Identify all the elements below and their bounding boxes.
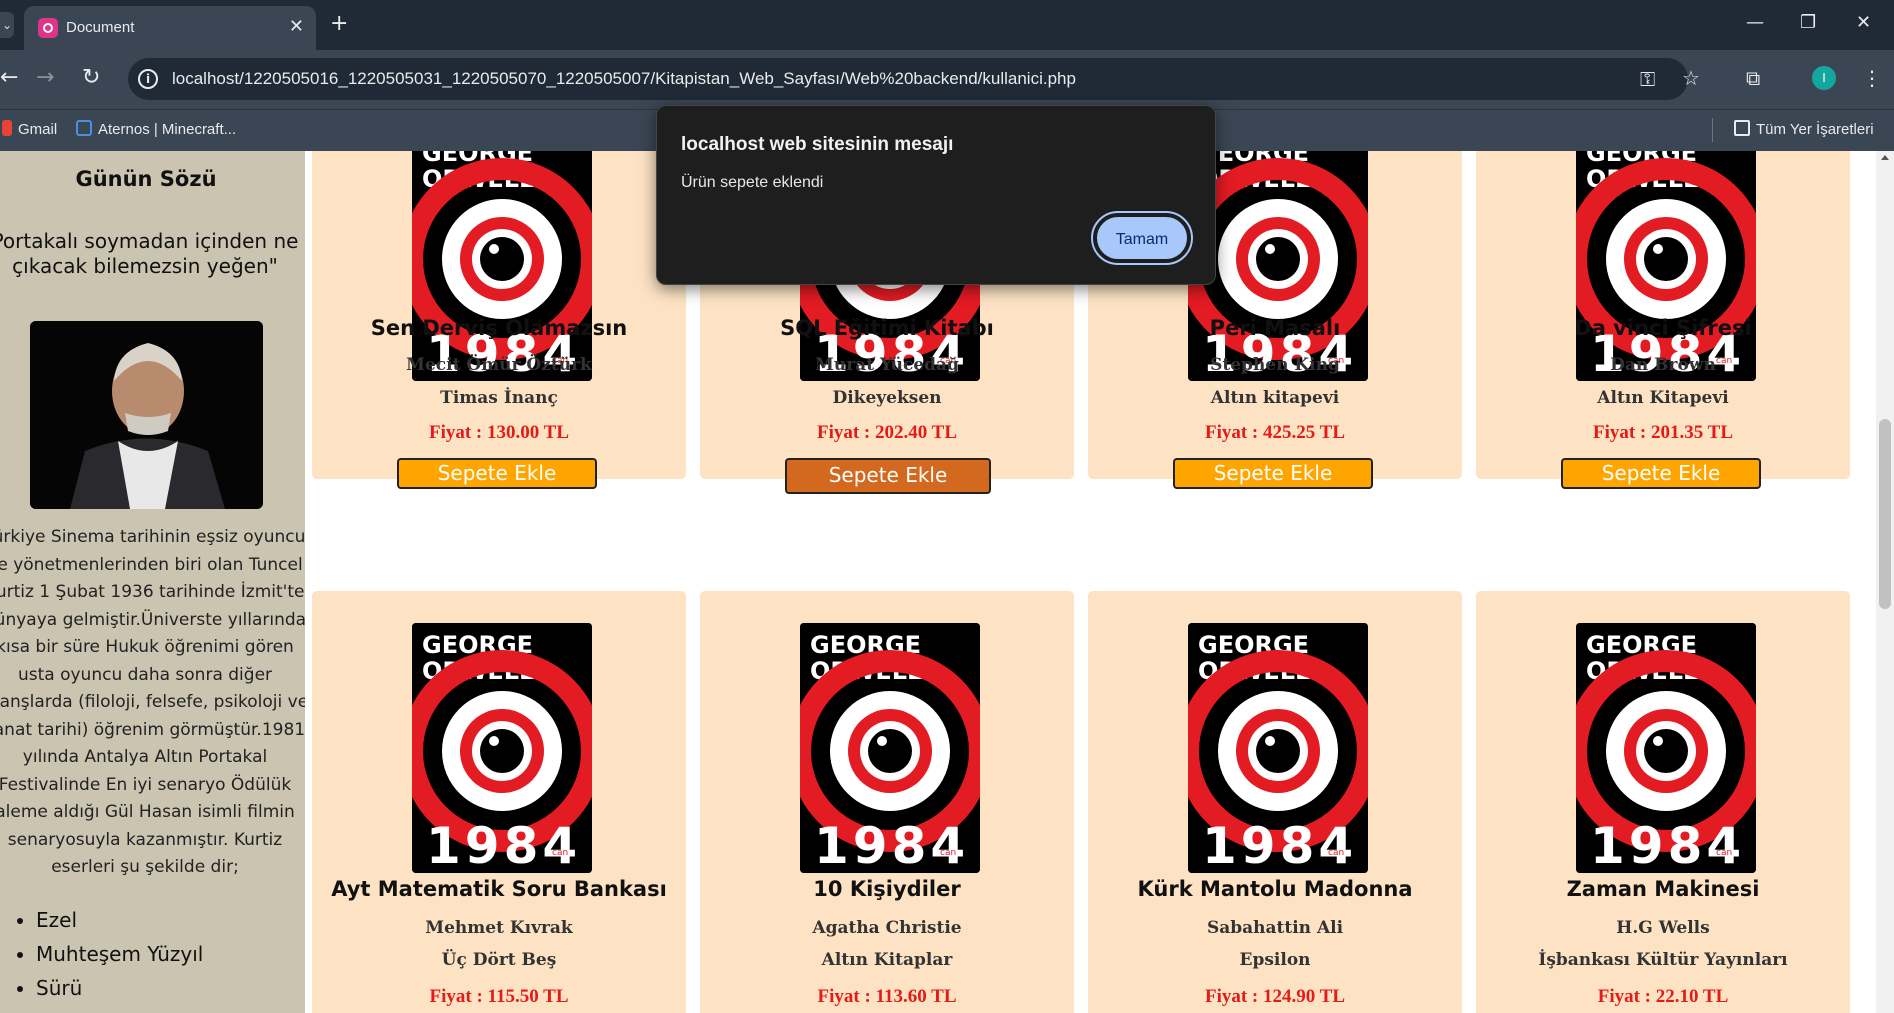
ok-button[interactable]: Tamam — [1091, 211, 1193, 265]
alert-dialog: localhost web sitesinin mesajı Ürün sepe… — [656, 105, 1216, 285]
book-price: Fiyat : 202.40 TL — [816, 422, 958, 443]
svg-text:can: can — [1716, 848, 1732, 858]
bookmarks-separator — [1712, 118, 1713, 142]
gmail-icon — [2, 120, 12, 136]
url-text[interactable]: localhost/1220505016_1220505031_12205050… — [172, 69, 1076, 89]
book-cover-image: GEORGE ORWELL 1984 can — [1576, 151, 1756, 381]
book-price: Fiyat : 22.10 TL — [1597, 986, 1729, 1007]
book-cover-image: GEORGE ORWELL 1984 can — [800, 623, 980, 873]
book-author: Dan Brown — [1610, 355, 1716, 375]
add-to-cart-button[interactable]: Sepete Ekle — [1173, 458, 1373, 489]
svg-text:can: can — [552, 848, 568, 858]
bookmark-star-icon[interactable]: ☆ — [1682, 66, 1700, 90]
address-bar[interactable]: i localhost/1220505016_1220505031_122050… — [128, 58, 1688, 100]
book-publisher: Altın Kitaplar — [821, 950, 953, 970]
browser-toolbar: ← → ↻ i localhost/1220505016_1220505031_… — [0, 50, 1894, 109]
page-scrollbar[interactable] — [1876, 151, 1894, 1013]
svg-text:1984: 1984 — [426, 817, 581, 873]
book-author: Sabahattin Ali — [1206, 918, 1344, 938]
reload-icon[interactable]: ↻ — [82, 66, 100, 90]
all-bookmarks[interactable]: Tüm Yer İşaretleri — [1734, 120, 1874, 138]
favicon-icon — [38, 18, 58, 38]
book-publisher: Epsilon — [1239, 950, 1311, 970]
book-title: SQL Eğitimi Kitabı — [780, 316, 994, 340]
add-to-cart-button[interactable]: Sepete Ekle — [397, 458, 597, 489]
close-tab-icon[interactable]: ✕ — [289, 16, 304, 37]
svg-text:1984: 1984 — [1202, 817, 1357, 873]
book-title: Sen Derviş Olamazsın — [370, 316, 628, 340]
book-price: Fiyat : 201.35 TL — [1592, 422, 1734, 443]
book-publisher: Altın Kitapevi — [1597, 388, 1729, 408]
book-publisher: İşbankası Kültür Yayınları — [1538, 950, 1788, 970]
restore-icon[interactable]: ❐ — [1800, 12, 1816, 33]
tab-search-button[interactable]: ⌄ — [0, 12, 14, 38]
book-price: Fiyat : 113.60 TL — [817, 986, 957, 1007]
folder-icon — [1734, 120, 1750, 136]
aternos-icon — [76, 120, 92, 136]
book-title: Da vinci Şifresi — [1574, 316, 1752, 340]
book-author: H.G Wells — [1616, 918, 1710, 938]
bookmark-gmail[interactable]: Gmail — [2, 120, 57, 138]
book-price: Fiyat : 115.50 TL — [429, 986, 569, 1007]
scroll-thumb[interactable] — [1879, 419, 1891, 609]
close-window-icon[interactable]: ✕ — [1856, 12, 1871, 33]
tab-title: Document — [66, 19, 135, 36]
svg-text:1984: 1984 — [1590, 817, 1745, 873]
book-publisher: Altın kitapevi — [1210, 388, 1340, 408]
book-price: Fiyat : 425.25 TL — [1204, 422, 1346, 443]
minimize-icon[interactable]: — — [1746, 12, 1764, 33]
add-to-cart-button[interactable]: Sepete Ekle — [785, 458, 991, 494]
book-author: Murat Yücedağ — [815, 355, 959, 375]
book-publisher: Timas İnanç — [440, 388, 558, 408]
book-cover-image: GEORGE ORWELL 1984 can — [412, 623, 592, 873]
book-title: Peri Masalı — [1209, 316, 1341, 340]
forward-icon[interactable]: → — [36, 66, 54, 90]
book-author: Mehmet Kıvrak — [425, 918, 573, 938]
book-cover-image: GEORGE ORWELL 1984 can — [412, 151, 592, 381]
book-title: 10 Kişiydiler — [813, 877, 961, 901]
svg-text:can: can — [1328, 848, 1344, 858]
profile-avatar[interactable]: I — [1812, 66, 1836, 90]
scroll-up-icon[interactable] — [1881, 155, 1889, 160]
book-price: Fiyat : 124.90 TL — [1204, 986, 1346, 1007]
book-price: Fiyat : 130.00 TL — [428, 422, 570, 443]
dialog-message: Ürün sepete eklendi — [681, 174, 824, 191]
book-cover-image: GEORGE ORWELL 1984 can — [1576, 623, 1756, 873]
book-title: Kürk Mantolu Madonna — [1137, 877, 1413, 901]
tab-strip: ⌄ Document ✕ + — ❐ ✕ — [0, 0, 1894, 50]
dialog-title: localhost web sitesinin mesajı — [681, 134, 954, 155]
bookmark-aternos[interactable]: Aternos | Minecraft... — [76, 120, 236, 138]
book-author: Agatha Christie — [812, 918, 962, 938]
menu-icon[interactable]: ⋮ — [1862, 66, 1882, 90]
book-title: Ayt Matematik Soru Bankası — [331, 877, 667, 901]
new-tab-button[interactable]: + — [330, 12, 348, 36]
site-info-icon[interactable]: i — [138, 69, 158, 89]
book-cover-image: GEORGE ORWELL 1984 can — [1188, 623, 1368, 873]
add-to-cart-button[interactable]: Sepete Ekle — [1561, 458, 1761, 489]
extensions-icon[interactable]: ⧉ — [1746, 66, 1760, 90]
svg-text:1984: 1984 — [814, 817, 969, 873]
book-publisher: Dikeyeksen — [832, 388, 942, 408]
svg-text:can: can — [940, 848, 956, 858]
book-author: Stephen King — [1210, 355, 1340, 375]
book-publisher: Üç Dört Beş — [441, 950, 557, 970]
password-key-icon[interactable]: ⚿ — [1640, 67, 1655, 91]
book-title: Zaman Makinesi — [1566, 877, 1760, 901]
back-icon[interactable]: ← — [0, 66, 18, 90]
book-author: Mecit Ömür Öztürk — [406, 355, 592, 375]
active-tab[interactable]: Document ✕ — [24, 6, 316, 50]
